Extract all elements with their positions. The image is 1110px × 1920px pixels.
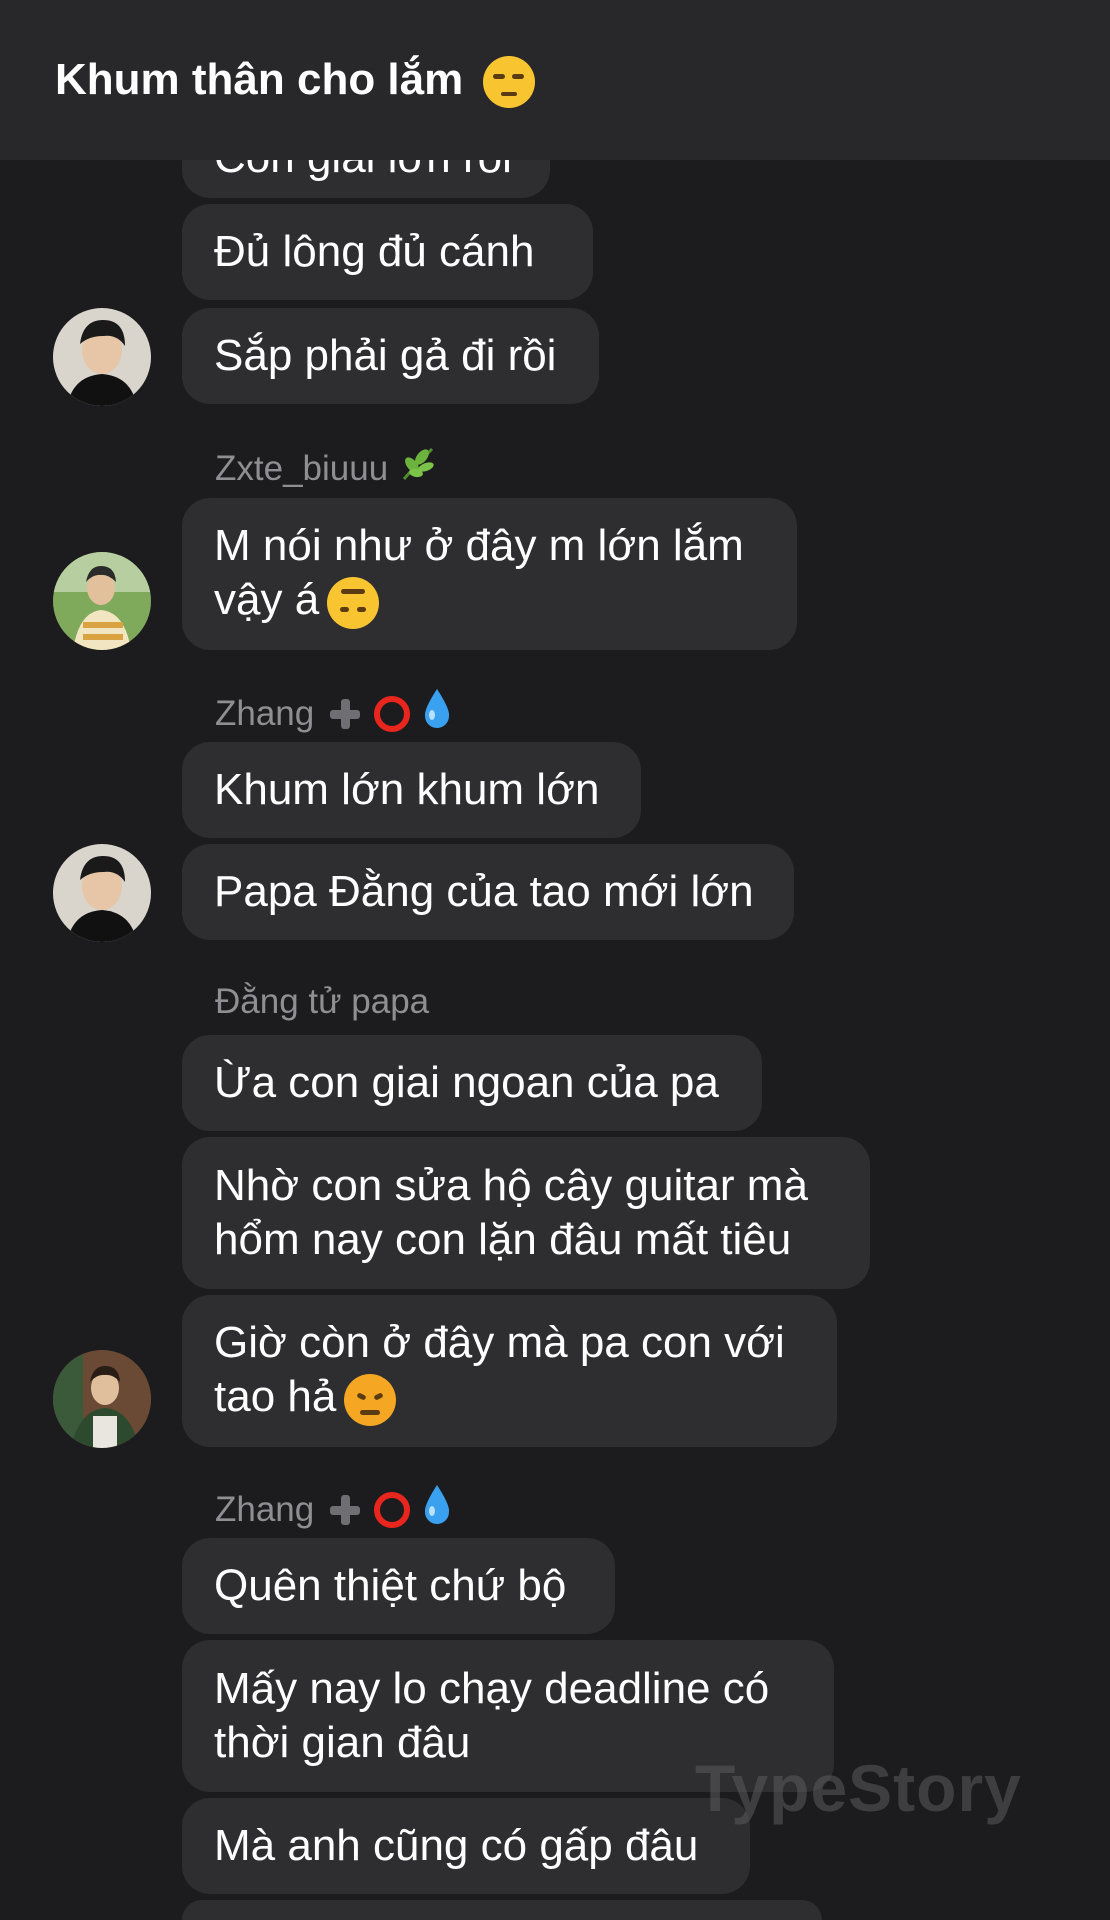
message-bubble[interactable]: Sắp phải gả đi rồi — [182, 308, 599, 404]
message-bubble[interactable]: Papa Đằng của tao mới lớn — [182, 844, 794, 940]
page-title[interactable]: Khum thân cho lắm — [55, 52, 536, 109]
unamused-face-icon — [483, 56, 536, 109]
upside-down-face-icon — [327, 576, 380, 629]
avatar[interactable] — [53, 552, 151, 650]
heavy-plus-icon — [328, 697, 362, 731]
sender-name: Zxte_biuuu — [215, 443, 438, 494]
droplet-icon — [422, 687, 452, 740]
herb-icon — [398, 443, 438, 494]
chat-header: Khum thân cho lắm — [0, 0, 1110, 160]
message-text: Giờ còn ở đây mà pa con với tao hả — [214, 1316, 785, 1426]
sender-label: Zxte_biuuu — [215, 448, 389, 488]
avatar[interactable] — [53, 1350, 151, 1448]
message-bubble[interactable]: Khum lớn khum lớn — [182, 742, 641, 838]
message-text: Ừa con giai ngoan của pa — [214, 1058, 719, 1107]
message-bubble[interactable] — [182, 1900, 822, 1920]
message-text: Sắp phải gả đi rồi — [214, 331, 557, 380]
message-bubble[interactable]: Quên thiệt chứ bộ — [182, 1538, 615, 1634]
droplet-icon — [422, 1483, 452, 1536]
watermark: TypeStory — [695, 1751, 1022, 1825]
message-bubble[interactable]: M nói như ở đây m lớn lắm vậy á — [182, 498, 797, 650]
message-text: M nói như ở đây m lớn lắm vậy á — [214, 519, 744, 629]
message-text: Quên thiệt chứ bộ — [214, 1561, 567, 1610]
message-text: Papa Đằng của tao mới lớn — [214, 867, 754, 916]
message-bubble[interactable]: Đủ lông đủ cánh — [182, 204, 593, 300]
sender-name: Zhang — [215, 1483, 452, 1536]
message-text: Khum lớn khum lớn — [214, 765, 600, 814]
message-text: Mà anh cũng có gấp đâu — [214, 1821, 699, 1870]
chat-thread: Con giai lớn rồi Đủ lông đủ cánh Sắp phả… — [0, 0, 1110, 1920]
sender-name: Đằng tử papa — [215, 980, 429, 1024]
red-circle-icon — [374, 1491, 411, 1528]
heavy-plus-icon — [328, 1493, 362, 1527]
message-text: Mấy nay lo chạy deadline có thời gian đâ… — [214, 1664, 770, 1767]
message-bubble[interactable]: Nhờ con sửa hộ cây guitar mà hổm nay con… — [182, 1137, 870, 1289]
sender-name: Zhang — [215, 687, 452, 740]
message-text: Đủ lông đủ cánh — [214, 227, 535, 276]
sender-label: Đằng tử papa — [215, 982, 430, 1021]
sender-label: Zhang — [215, 693, 315, 733]
angry-face-icon — [344, 1373, 397, 1426]
red-circle-icon — [374, 695, 411, 732]
avatar[interactable] — [53, 308, 151, 406]
avatar[interactable] — [53, 844, 151, 942]
message-text: Nhờ con sửa hộ cây guitar mà hổm nay con… — [214, 1161, 808, 1264]
message-bubble[interactable]: Mà anh cũng có gấp đâu — [182, 1798, 750, 1894]
message-bubble[interactable]: Ừa con giai ngoan của pa — [182, 1035, 762, 1131]
message-bubble[interactable]: Giờ còn ở đây mà pa con với tao hả — [182, 1295, 837, 1447]
sender-label: Zhang — [215, 1489, 315, 1529]
